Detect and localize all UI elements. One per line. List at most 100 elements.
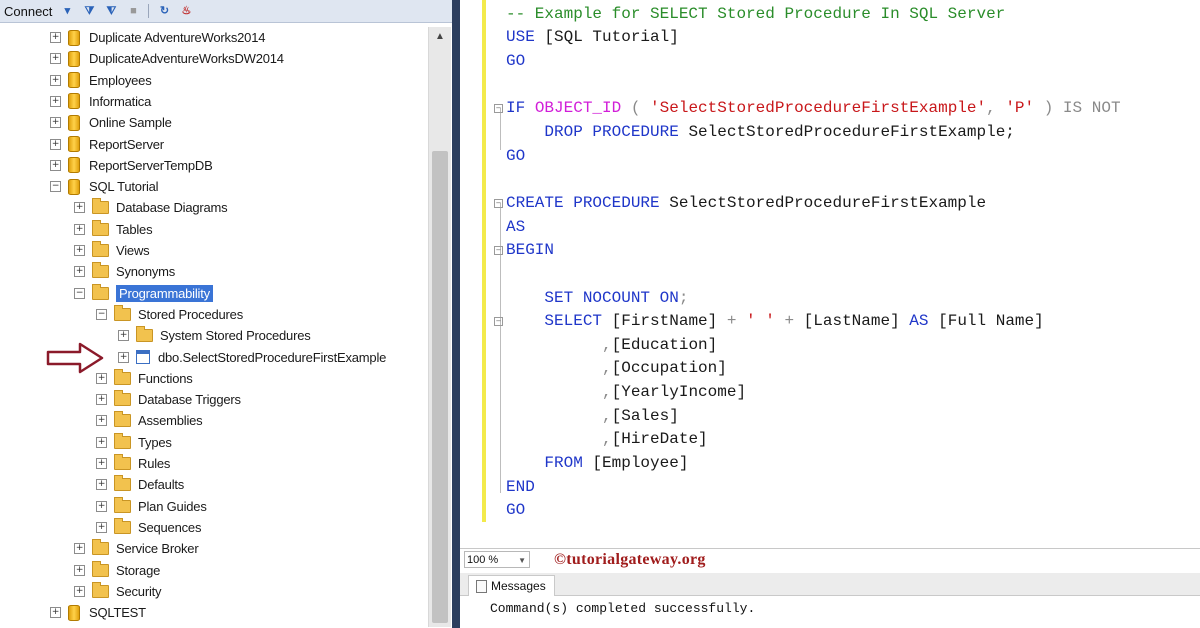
expand-icon[interactable]: + (50, 159, 61, 171)
collapse-icon[interactable]: − (50, 181, 61, 193)
tree-node[interactable]: − Programmability (74, 283, 213, 304)
toolbar-divider (148, 4, 150, 18)
filter-icon[interactable]: ⧩ (81, 4, 97, 19)
stop-icon[interactable]: ■ (125, 4, 141, 19)
tree-node[interactable]: + Defaults (96, 474, 184, 495)
tree-node[interactable]: + Security (74, 581, 162, 602)
expand-icon[interactable]: + (50, 117, 61, 129)
expand-icon[interactable]: + (96, 372, 107, 384)
refresh-icon[interactable]: ↻ (156, 4, 172, 19)
code-token: GO (506, 147, 526, 165)
tree-node[interactable]: + Service Broker (74, 538, 199, 559)
activity-monitor-icon[interactable]: ♨ (178, 4, 194, 19)
tree-node[interactable]: + Duplicate AdventureWorks2014 (50, 27, 265, 48)
code-token: SelectStoredProcedureFirstExample; (688, 123, 1015, 141)
code-line: CREATE PROCEDURE SelectStoredProcedureFi… (494, 192, 986, 214)
tree-node[interactable]: + DuplicateAdventureWorksDW2014 (50, 48, 284, 69)
tree-node-label: ReportServerTempDB (89, 157, 213, 173)
database-icon (68, 50, 80, 67)
collapse-icon[interactable]: − (96, 308, 107, 320)
tree-node-label: Database Triggers (138, 392, 241, 408)
fold-toggle-icon[interactable]: − (494, 246, 503, 255)
expand-icon[interactable]: + (96, 500, 107, 512)
tree-node[interactable]: + Online Sample (50, 112, 172, 133)
expand-icon[interactable]: + (74, 202, 85, 214)
expand-icon[interactable]: + (96, 521, 107, 533)
expand-icon[interactable]: + (50, 32, 61, 43)
collapse-icon[interactable]: − (74, 287, 85, 299)
scrollbar-thumb[interactable] (432, 151, 448, 623)
code-token: , (506, 336, 612, 354)
tree-node[interactable]: + Informatica (50, 91, 151, 112)
tree-node[interactable]: + Storage (74, 560, 160, 581)
connect-dropdown-icon[interactable]: ▾ (59, 4, 75, 19)
tree-scrollbar[interactable]: ▲ (428, 27, 451, 627)
tree-node[interactable]: + Functions (96, 368, 193, 389)
folder-icon (92, 262, 109, 279)
code-token: GO (506, 52, 526, 70)
tree-node[interactable]: + Types (96, 432, 172, 453)
tree-node-label: Duplicate AdventureWorks2014 (89, 30, 266, 45)
scroll-up-icon[interactable]: ▲ (429, 31, 451, 45)
zoom-select[interactable]: 100 % ▼ (464, 551, 530, 568)
fold-toggle-icon[interactable]: − (494, 317, 503, 326)
tree-node[interactable]: + Employees (50, 70, 152, 91)
code-line: -- Example for SELECT Stored Procedure I… (506, 3, 1005, 25)
expand-icon[interactable]: + (74, 266, 85, 278)
fold-toggle-icon[interactable]: − (494, 199, 503, 208)
code-token: [Employee] (592, 454, 689, 472)
tree-node[interactable]: + ReportServerTempDB (50, 155, 213, 176)
code-line: ,[HireDate] (506, 428, 708, 450)
tree-node[interactable]: + Synonyms (74, 261, 175, 282)
tree-node[interactable]: − Stored Procedures (96, 304, 243, 325)
tree-node[interactable]: + ReportServer (50, 134, 164, 155)
expand-icon[interactable]: + (74, 543, 85, 555)
object-explorer-tree: + Duplicate AdventureWorks2014 + DuplicateA… (0, 27, 428, 627)
expand-icon[interactable]: + (50, 607, 61, 619)
expand-icon[interactable]: + (50, 74, 61, 86)
chevron-down-icon[interactable]: ▼ (518, 552, 526, 569)
tree-node[interactable]: + SQLTEST (50, 602, 146, 623)
expand-icon[interactable]: + (50, 53, 61, 65)
query-editor[interactable]: -- Example for SELECT Stored Procedure I… (460, 0, 1200, 548)
expand-icon[interactable]: + (74, 223, 85, 235)
filter-settings-icon[interactable]: ⧨ (103, 4, 119, 19)
tree-node[interactable]: + Assemblies (96, 410, 203, 431)
tree-node[interactable]: + Views (74, 240, 150, 261)
tree-node[interactable]: − SQL Tutorial (50, 176, 159, 197)
code-line: GO (506, 145, 525, 167)
expand-icon[interactable]: + (96, 415, 107, 427)
expand-icon[interactable]: + (118, 351, 129, 363)
tree-node[interactable]: + Plan Guides (96, 496, 207, 517)
tree-node[interactable]: + Database Triggers (96, 389, 241, 410)
expand-icon[interactable]: + (74, 564, 85, 576)
expand-icon[interactable]: + (96, 479, 107, 491)
tab-messages[interactable]: Messages (468, 575, 555, 596)
tree-node-label: Tables (116, 221, 153, 237)
tree-node[interactable]: + Tables (74, 219, 153, 240)
code-token: [HireDate] (611, 430, 708, 448)
code-token: ( (621, 99, 651, 117)
code-token: [LastName] (803, 312, 910, 330)
expand-icon[interactable]: + (74, 585, 85, 597)
expand-icon[interactable]: + (50, 95, 61, 107)
pane-splitter[interactable] (452, 0, 460, 628)
expand-icon[interactable]: + (74, 245, 85, 256)
tree-node[interactable]: + Sequences (96, 517, 201, 538)
tree-node[interactable]: + dbo.SelectStoredProcedureFirstExample (118, 347, 386, 368)
tree-node-label: Assemblies (138, 413, 203, 429)
tree-node[interactable]: + Database Diagrams (74, 197, 228, 218)
expand-icon[interactable]: + (50, 138, 61, 150)
expand-icon[interactable]: + (96, 394, 107, 406)
code-token: , (506, 430, 612, 448)
expand-icon[interactable]: + (96, 436, 107, 448)
tree-node-label: System Stored Procedures (160, 328, 311, 344)
folder-icon (114, 390, 131, 407)
tree-node[interactable]: + System Stored Procedures (118, 325, 311, 346)
tree-node[interactable]: + Rules (96, 453, 170, 474)
expand-icon[interactable]: + (96, 458, 107, 469)
expand-icon[interactable]: + (118, 330, 129, 342)
fold-toggle-icon[interactable]: − (494, 104, 503, 113)
connect-button[interactable]: Connect (0, 4, 56, 19)
tree-node-label: Stored Procedures (138, 306, 243, 322)
